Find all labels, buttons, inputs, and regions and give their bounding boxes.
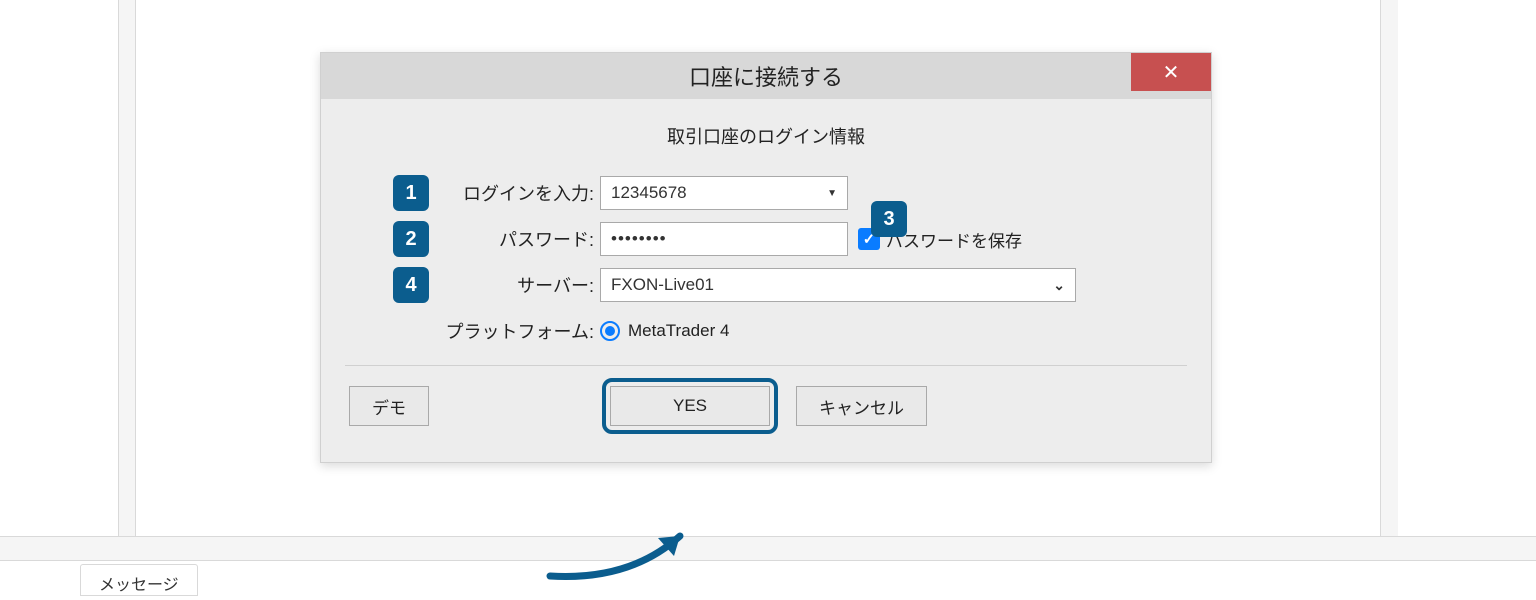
close-icon: ✕ <box>1163 60 1180 85</box>
dialog-titlebar[interactable]: 口座に接続する ✕ <box>321 53 1211 99</box>
divider <box>345 365 1187 366</box>
platform-value: MetaTrader 4 <box>628 321 729 341</box>
row-platform: プラットフォーム: MetaTrader 4 <box>345 311 1187 351</box>
dialog-buttons: デモ YES キャンセル <box>345 378 1187 452</box>
login-dialog: 口座に接続する ✕ 取引口座のログイン情報 1 ログインを入力: 1234567… <box>320 52 1212 463</box>
window-splitter[interactable] <box>118 0 136 536</box>
password-mask: •••••••• <box>611 229 667 249</box>
login-value: 12345678 <box>611 183 687 203</box>
row-password: 2 3 パスワード: •••••••• ✓ パスワードを保存 <box>345 219 1187 259</box>
dropdown-caret-icon: ▼ <box>827 188 837 199</box>
platform-radio[interactable] <box>600 321 620 341</box>
password-input[interactable]: •••••••• <box>600 222 848 256</box>
dialog-content: 取引口座のログイン情報 1 ログインを入力: 12345678 ▼ 2 3 パス… <box>321 99 1211 462</box>
bottom-panel <box>0 560 1536 600</box>
yes-button[interactable]: YES <box>610 386 770 426</box>
window-right-splitter[interactable] <box>1380 0 1398 536</box>
server-label: サーバー: <box>345 272 600 298</box>
yes-button-highlight: YES <box>602 378 778 434</box>
server-value: FXON-Live01 <box>611 275 714 295</box>
dialog-subtitle: 取引口座のログイン情報 <box>345 123 1187 149</box>
close-button[interactable]: ✕ <box>1131 53 1211 91</box>
status-strip <box>0 536 1536 560</box>
row-server: 4 サーバー: FXON-Live01 ⌄ <box>345 265 1187 305</box>
annotation-marker-1: 1 <box>393 175 429 211</box>
radio-dot-icon <box>605 326 615 336</box>
platform-label: プラットフォーム: <box>345 318 600 344</box>
window-left-pane <box>0 0 118 536</box>
login-label: ログインを入力: <box>345 180 600 206</box>
dialog-title: 口座に接続する <box>689 60 843 92</box>
tab-messages[interactable]: メッセージ <box>80 564 198 596</box>
annotation-marker-2: 2 <box>393 221 429 257</box>
cancel-button[interactable]: キャンセル <box>796 386 927 426</box>
annotation-marker-3: 3 <box>871 201 907 237</box>
chevron-down-icon: ⌄ <box>1053 277 1065 294</box>
login-input[interactable]: 12345678 ▼ <box>600 176 848 210</box>
annotation-marker-4: 4 <box>393 267 429 303</box>
demo-button[interactable]: デモ <box>349 386 429 426</box>
password-label: パスワード: <box>345 226 600 252</box>
server-select[interactable]: FXON-Live01 ⌄ <box>600 268 1076 302</box>
row-login: 1 ログインを入力: 12345678 ▼ <box>345 173 1187 213</box>
